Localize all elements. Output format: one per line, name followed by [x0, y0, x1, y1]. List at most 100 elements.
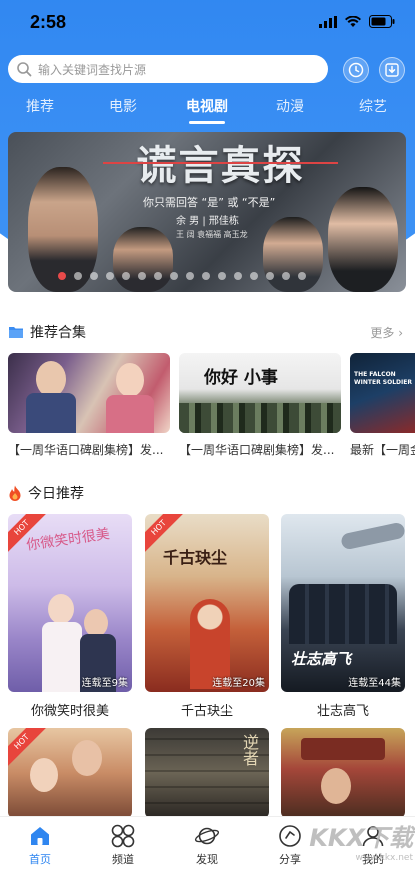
banner-dot[interactable] [74, 272, 82, 280]
show-card[interactable] [281, 728, 405, 818]
show-poster: 逆者 [145, 728, 269, 818]
collection-thumbnail: THE FALCON WINTER SOLDIER [350, 353, 415, 433]
collection-caption: 【一周华语口碑剧集榜】发... [8, 443, 164, 457]
banner-dot[interactable] [90, 272, 98, 280]
banner-dot[interactable] [106, 272, 114, 280]
collection-caption: 最新【一周金 [350, 443, 415, 457]
banner-dot[interactable] [122, 272, 130, 280]
banner-person-3 [263, 217, 323, 292]
show-card[interactable]: 你微笑时很美 HOT 连载至9集 你微笑时很美 [8, 514, 132, 719]
banner-dot[interactable] [250, 272, 258, 280]
banner-dot[interactable] [202, 272, 210, 280]
banner-pagination [58, 272, 306, 280]
tab-recommend[interactable]: 推荐 [10, 96, 70, 116]
nav-discover-label: 发现 [196, 853, 218, 866]
banner-person-2 [113, 227, 173, 292]
active-tab-indicator [189, 121, 225, 124]
hero-banner[interactable]: 谎言真探 你只需回答 “是” 或 “不是” 余 男 | 邢佳栋 王 阔 袁福福 … [8, 132, 406, 292]
show-card[interactable]: 千古玦尘 HOT 连载至20集 千古玦尘 [145, 514, 269, 719]
banner-cast: 余 男 | 邢佳栋 [176, 216, 239, 227]
folder-icon [9, 327, 23, 338]
banner-dot[interactable] [218, 272, 226, 280]
collection-caption: 【一周华语口碑剧集榜】发... [179, 443, 335, 457]
show-poster [281, 728, 405, 818]
show-title: 你微笑时很美 [30, 704, 109, 719]
collections-header: 推荐合集 [8, 321, 86, 343]
show-poster: 千古玦尘 HOT 连载至20集 [145, 514, 269, 692]
show-poster: 壮志高飞 连载至44集 [281, 514, 405, 692]
banner-dot[interactable] [186, 272, 194, 280]
show-card[interactable]: 逆者 [145, 728, 269, 818]
collections-more-link[interactable]: 更多 › [370, 324, 403, 341]
nav-channels[interactable]: 频道 [88, 823, 158, 867]
category-tabs: 推荐 电影 电视剧 动漫 综艺 [0, 96, 415, 126]
search-input[interactable]: 输入关键词查找片源 [8, 55, 328, 83]
nav-channels-label: 频道 [112, 853, 134, 866]
show-card[interactable]: HOT [8, 728, 132, 818]
today-header: 今日推荐 [8, 482, 84, 504]
download-button[interactable] [379, 57, 405, 83]
nav-home[interactable]: 首页 [5, 823, 75, 867]
poster-art-title: 千古玦尘 [163, 548, 228, 567]
episode-badge: 连载至20集 [212, 678, 265, 689]
search-row: 输入关键词查找片源 [8, 55, 408, 85]
episode-badge: 连载至44集 [348, 678, 401, 689]
share-icon [279, 825, 301, 847]
site-watermark: KKX下载 www.kkx.net [309, 818, 413, 863]
banner-dot[interactable] [58, 272, 66, 280]
show-title: 壮志高飞 [316, 704, 369, 719]
signal-icon [319, 15, 337, 28]
today-title: 今日推荐 [28, 486, 84, 502]
banner-dot[interactable] [154, 272, 162, 280]
tab-movies[interactable]: 电影 [93, 96, 153, 116]
banner-dot[interactable] [234, 272, 242, 280]
home-icon [31, 827, 49, 845]
download-icon [385, 63, 399, 77]
history-button[interactable] [343, 57, 369, 83]
nav-home-label: 首页 [29, 853, 51, 866]
planet-icon [194, 827, 220, 845]
poster-art-title: 你微笑时很美 [25, 526, 111, 554]
status-bar: 2:58 [0, 0, 415, 50]
episode-badge: 连载至9集 [81, 678, 128, 689]
banner-cast-secondary: 王 阔 袁福福 高玉龙 [176, 230, 248, 239]
poster-art-title: 壮志高飞 [291, 650, 352, 668]
clock-icon [348, 62, 364, 78]
collections-title: 推荐合集 [30, 325, 86, 341]
banner-person-4 [328, 187, 398, 292]
tab-variety[interactable]: 综艺 [343, 96, 403, 116]
wifi-icon [345, 15, 361, 27]
show-poster: 你微笑时很美 HOT 连载至9集 [8, 514, 132, 692]
poster-art-title: 逆者 [240, 734, 259, 766]
banner-subtitle: 你只需回答 “是” 或 “不是” [143, 196, 276, 209]
search-icon [17, 62, 32, 77]
search-placeholder: 输入关键词查找片源 [38, 62, 147, 77]
nav-share-label: 分享 [279, 853, 301, 866]
channel-grid-icon [111, 824, 135, 848]
battery-icon [369, 15, 395, 28]
collection-art-text: THE FALCON WINTER SOLDIER [354, 371, 412, 386]
show-poster: HOT [8, 728, 132, 818]
banner-pulse-line [103, 162, 338, 164]
banner-dot[interactable] [266, 272, 274, 280]
collection-thumbnail: 你好 小事 [179, 353, 341, 433]
status-time: 2:58 [30, 12, 67, 32]
banner-dot[interactable] [282, 272, 290, 280]
banner-dot[interactable] [170, 272, 178, 280]
banner-dot[interactable] [138, 272, 146, 280]
collection-card[interactable]: 【一周华语口碑剧集榜】发... [8, 353, 170, 458]
collection-art-text: 你好 小事 [204, 368, 278, 388]
tab-anime[interactable]: 动漫 [260, 96, 320, 116]
watermark-brand: KKX下载 [309, 824, 413, 852]
watermark-url: www.kkx.net [355, 853, 414, 863]
collection-thumbnail [8, 353, 170, 433]
show-title: 千古玦尘 [180, 704, 233, 719]
banner-dot[interactable] [298, 272, 306, 280]
show-card[interactable]: 壮志高飞 连载至44集 壮志高飞 [281, 514, 405, 719]
status-icons [319, 15, 395, 28]
collection-card[interactable]: 你好 小事 【一周华语口碑剧集榜】发... [179, 353, 341, 458]
nav-discover[interactable]: 发现 [172, 823, 242, 867]
fire-icon [9, 485, 21, 501]
collection-card[interactable]: THE FALCON WINTER SOLDIER 最新【一周金 [350, 353, 415, 458]
tab-tv-series[interactable]: 电视剧 [177, 96, 237, 116]
